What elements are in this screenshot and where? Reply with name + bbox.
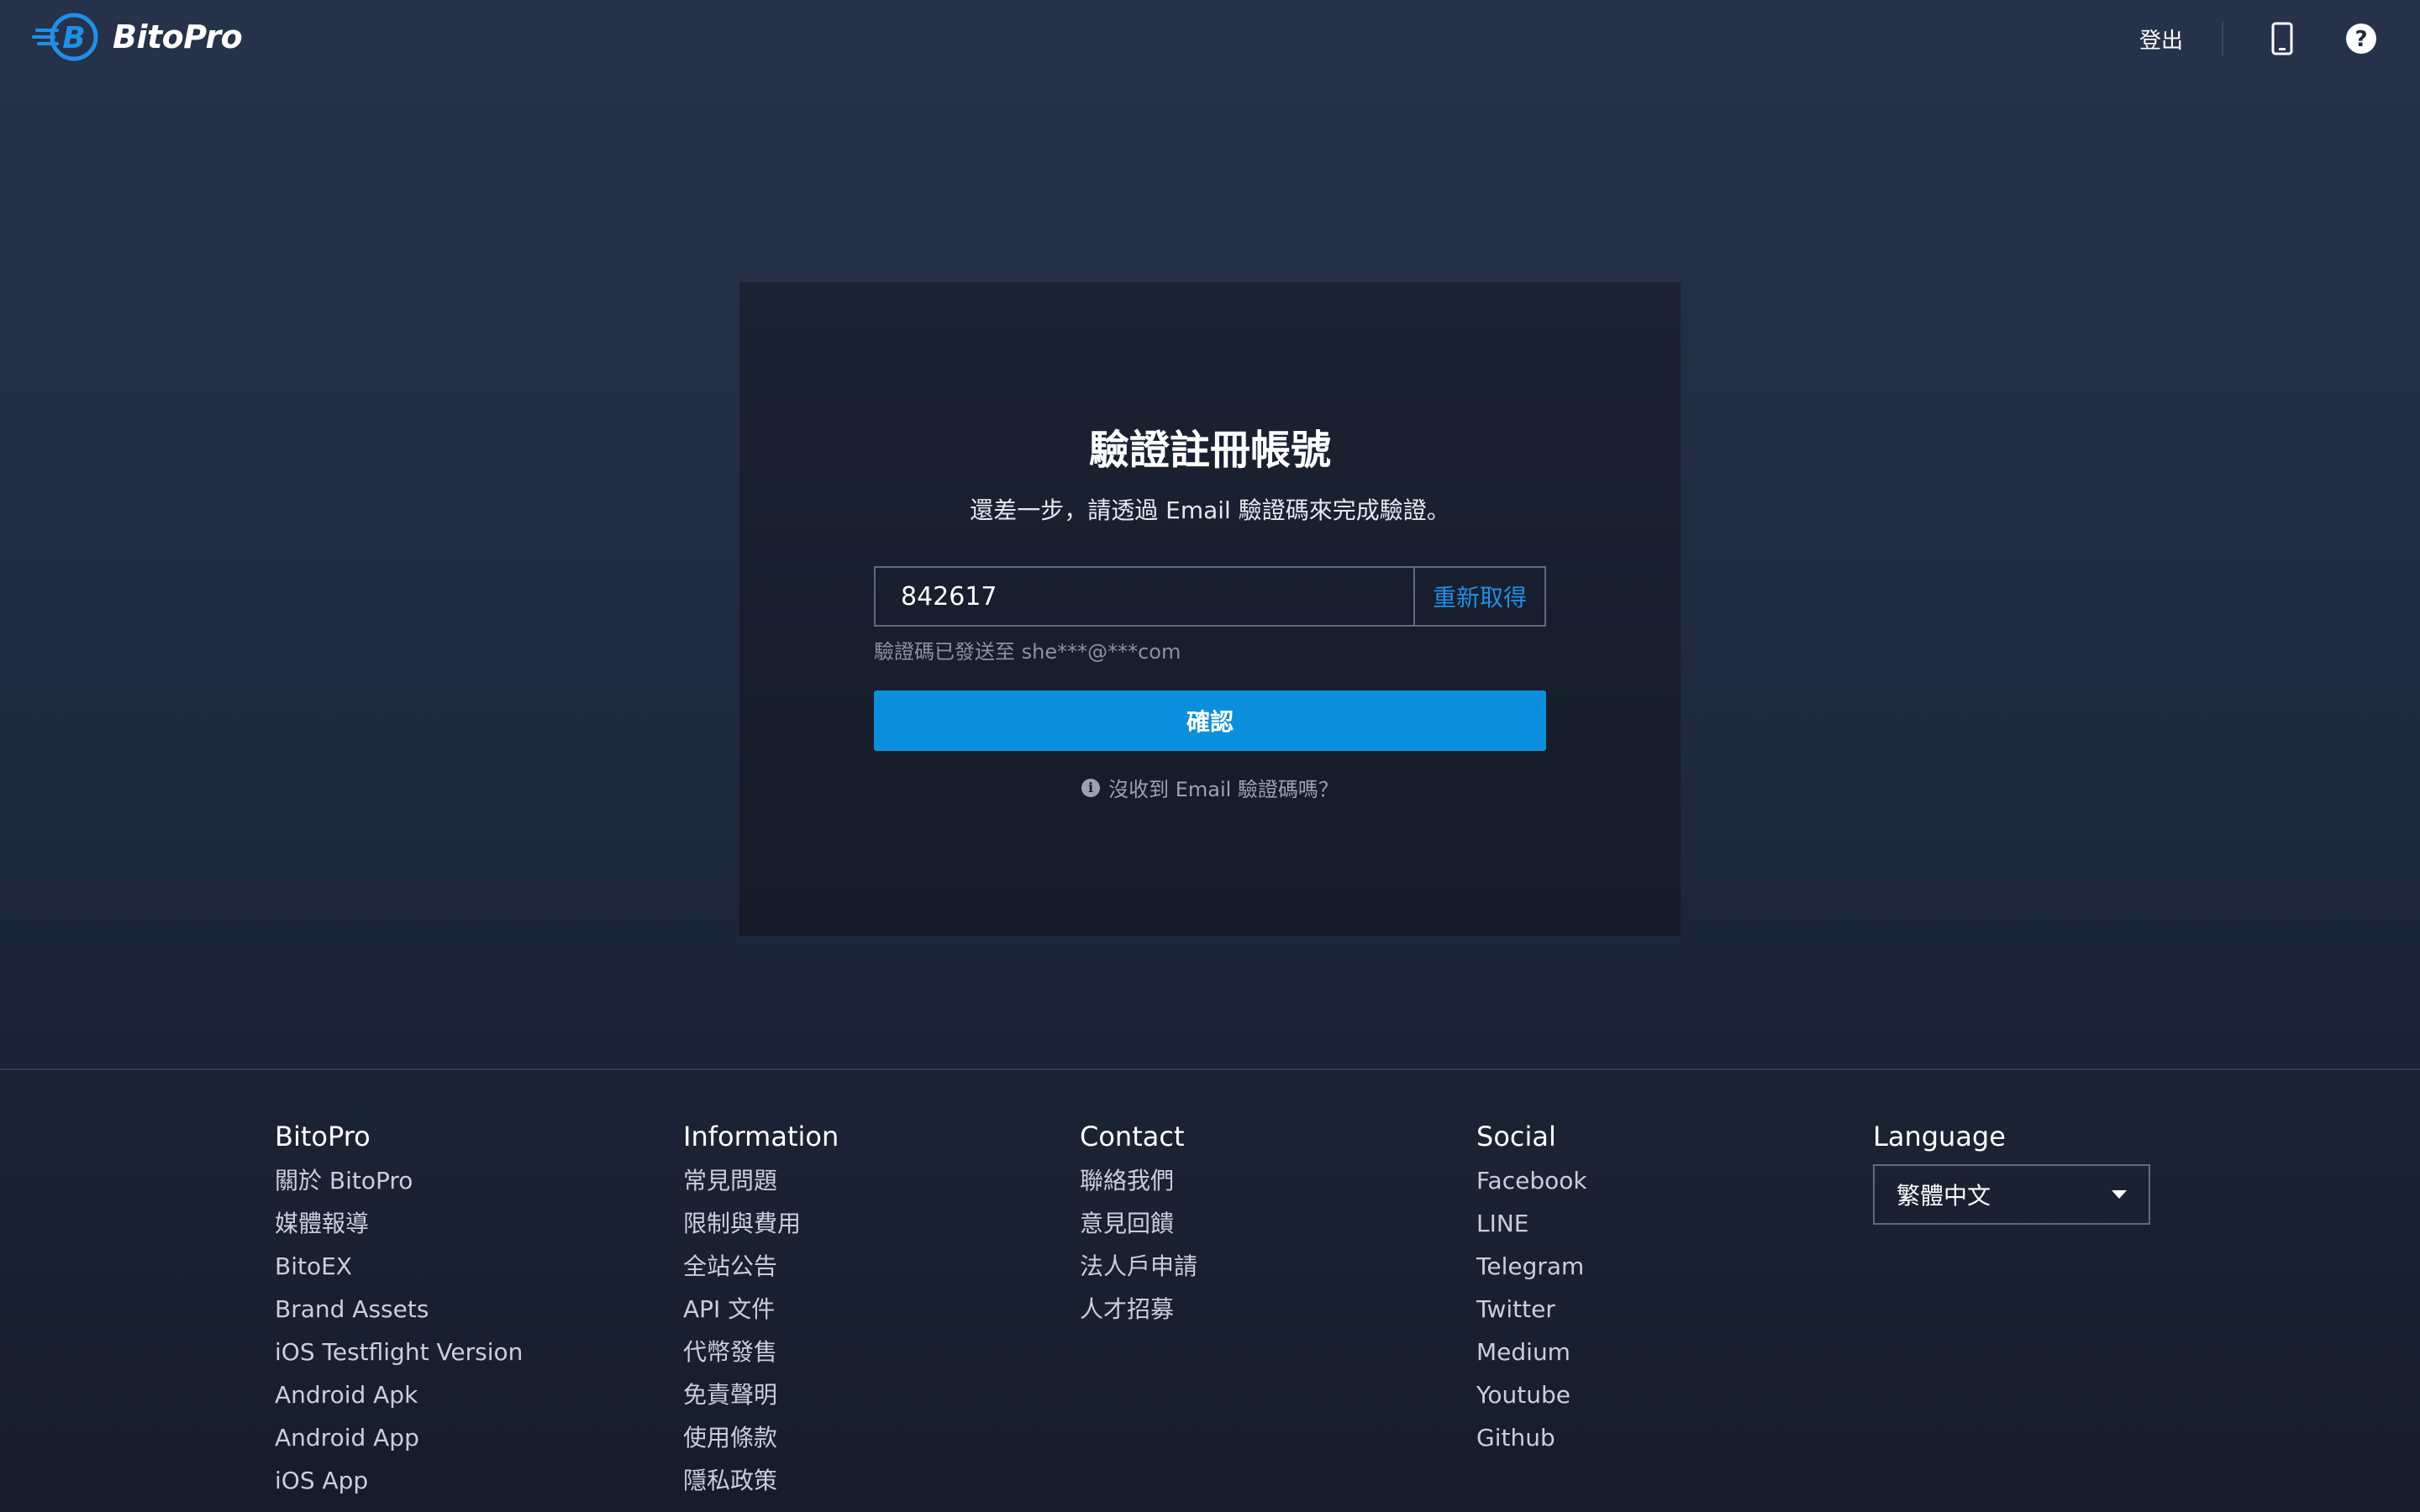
bitopro-logo-icon: B [32,13,98,61]
footer-link-facebook[interactable]: Facebook [1476,1164,1587,1207]
footer-link[interactable]: 意見回饋 [1080,1207,1197,1250]
footer-col-contact: Contact 聯絡我們 意見回饋 法人戶申請 人才招募 [1080,1117,1197,1336]
footer-link[interactable]: iOS App [275,1464,523,1507]
footer-link[interactable]: 代幣發售 [683,1336,839,1378]
verify-card: 驗證註冊帳號 還差一步，請透過 Email 驗證碼來完成驗證。 重新取得 驗證碼… [739,282,1681,936]
brand-name: BitoPro [113,18,243,55]
svg-text:?: ? [2354,27,2367,52]
page-title: 驗證註冊帳號 [1088,427,1331,474]
footer-link[interactable]: 法人戶申請 [1080,1250,1197,1293]
footer-col-language: Language 繁體中文 [1873,1117,2150,1225]
footer-col-information: Information 常見問題 限制與費用 全站公告 API 文件 代幣發售 … [683,1117,839,1507]
language-selected-value: 繁體中文 [1897,1182,1991,1210]
footer-link[interactable]: BitoEX [275,1250,523,1293]
footer-link[interactable]: 媒體報導 [275,1207,523,1250]
footer-link-telegram[interactable]: Telegram [1476,1250,1587,1293]
footer-heading-social: Social [1476,1121,1556,1152]
footer-link-github[interactable]: Github [1476,1421,1587,1464]
language-select[interactable]: 繁體中文 [1873,1164,2150,1225]
resend-code-button[interactable]: 重新取得 [1413,566,1546,627]
footer-divider [0,1068,2420,1070]
header-actions: 登出 ? [2139,15,2378,62]
logout-link[interactable]: 登出 [2139,24,2183,55]
no-email-label: 沒收到 Email 驗證碼嗎？ [1108,778,1339,801]
code-sent-hint: 驗證碼已發送至 she***@***com [874,640,1181,664]
verification-code-input[interactable] [874,566,1413,627]
confirm-button[interactable]: 確認 [874,690,1546,751]
header-divider [2222,21,2223,56]
footer-link[interactable]: 全站公告 [683,1250,839,1293]
footer-col-bitopro: BitoPro 關於 BitoPro 媒體報導 BitoEX Brand Ass… [275,1117,523,1507]
footer-link[interactable]: API 文件 [683,1293,839,1336]
footer-link[interactable]: Android Apk [275,1378,523,1421]
top-header: B BitoPro 登出 ? [0,0,2420,77]
footer-link[interactable]: 常見問題 [683,1164,839,1207]
footer-link[interactable]: 人才招募 [1080,1293,1197,1336]
footer-link[interactable]: Android App [275,1421,523,1464]
footer-link[interactable]: iOS Testflight Version [275,1336,523,1378]
footer-link[interactable]: 限制與費用 [683,1207,839,1250]
chevron-down-icon [2112,1190,2127,1199]
brand-logo[interactable]: B BitoPro [32,12,243,62]
footer-link-youtube[interactable]: Youtube [1476,1378,1587,1421]
footer-link[interactable]: 聯絡我們 [1080,1164,1197,1207]
footer-heading-information: Information [683,1121,839,1152]
no-email-help-link[interactable]: i 沒收到 Email 驗證碼嗎？ [739,773,1681,802]
footer-heading-language: Language [1873,1121,2006,1152]
footer-col-social: Social Facebook LINE Telegram Twitter Me… [1476,1117,1587,1464]
footer-heading-contact: Contact [1080,1121,1185,1152]
svg-text:B: B [62,21,85,55]
footer-link[interactable]: Brand Assets [275,1293,523,1336]
mobile-icon[interactable] [2265,20,2299,57]
footer-link[interactable]: 關於 BitoPro [275,1164,523,1207]
footer-link[interactable]: 隱私政策 [683,1464,839,1507]
footer-link[interactable]: 使用條款 [683,1421,839,1464]
page-subtitle: 還差一步，請透過 Email 驗證碼來完成驗證。 [970,496,1450,524]
code-row: 重新取得 [874,566,1546,627]
help-icon[interactable]: ? [2344,20,2378,57]
info-icon: i [1081,778,1101,797]
footer-link-medium[interactable]: Medium [1476,1336,1587,1378]
footer-link-line[interactable]: LINE [1476,1207,1587,1250]
footer-link-twitter[interactable]: Twitter [1476,1293,1587,1336]
footer-link[interactable]: 免責聲明 [683,1378,839,1421]
footer-heading-bitopro: BitoPro [275,1121,371,1152]
